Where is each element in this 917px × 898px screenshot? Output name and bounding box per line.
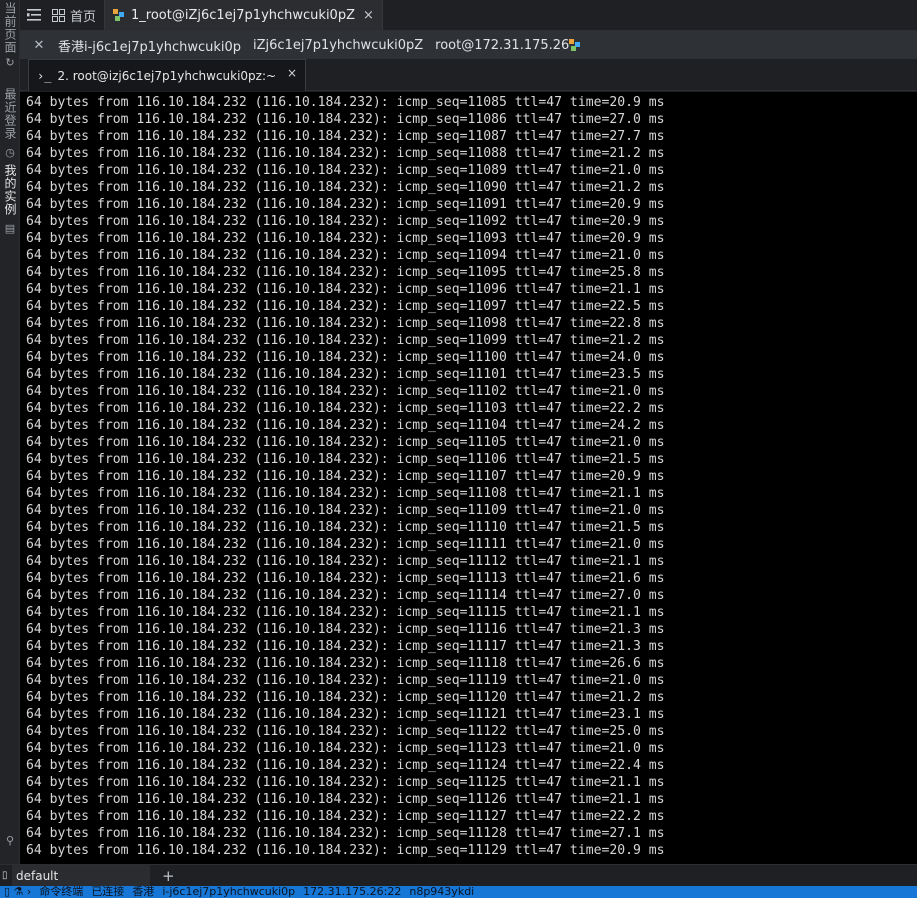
session-tab-bar: ›_ 2. root@izj6c1ej7p1yhchwcuki0pz:~ × — [20, 59, 917, 91]
terminal-line: 64 bytes from 116.10.184.232 (116.10.184… — [26, 486, 665, 501]
server-icon: ▤ — [4, 222, 16, 235]
left-sidebar: ↻ 当前页面 ◷ 最近登录 ▤ 我的实例 ⚲ — [0, 0, 20, 886]
tab-terminal-session[interactable]: ›_ 2. root@izj6c1ej7p1yhchwcuki0pz:~ × — [28, 59, 306, 91]
terminal-line: 64 bytes from 116.10.184.232 (116.10.184… — [26, 673, 665, 688]
terminal-line: 64 bytes from 116.10.184.232 (116.10.184… — [26, 316, 665, 331]
terminal-line: 64 bytes from 116.10.184.232 (116.10.184… — [26, 112, 665, 127]
terminal-prompt-icon: ›_ — [37, 68, 52, 83]
terminal-line: 64 bytes from 116.10.184.232 (116.10.184… — [26, 537, 665, 552]
terminal-line: 64 bytes from 116.10.184.232 (116.10.184… — [26, 605, 665, 620]
connection-bar: ✕ 香港i-j6c1ej7p1yhchwcuki0p iZj6c1ej7p1yh… — [20, 31, 917, 59]
terminal-line: 64 bytes from 116.10.184.232 (116.10.184… — [26, 180, 665, 195]
instance-icon — [113, 9, 125, 21]
instance-icon — [569, 39, 581, 51]
status-bar: ▯ ⚗ › 命令终端 已连接 香港 i-j6c1ej7p1yhchwcuki0p… — [0, 886, 917, 898]
terminal-line: 64 bytes from 116.10.184.232 (116.10.184… — [26, 826, 665, 841]
top-tab-bar: 首页 1_root@iZj6c1ej7p1yhchwcuki0pZ × — [20, 0, 917, 31]
status-item-region: 香港 — [132, 886, 155, 898]
tab-default[interactable]: default — [12, 865, 150, 886]
menu-toggle-button[interactable] — [20, 0, 48, 30]
terminal-line: 64 bytes from 116.10.184.232 (116.10.184… — [26, 418, 665, 433]
tab-session-1[interactable]: 1_root@iZj6c1ej7p1yhchwcuki0pZ × — [104, 0, 383, 30]
terminal-line: 64 bytes from 116.10.184.232 (116.10.184… — [26, 248, 665, 263]
grid-icon — [52, 8, 65, 22]
close-icon[interactable]: × — [363, 8, 374, 23]
status-item-id: n8p943ykdi — [409, 886, 475, 898]
connection-region: 香港i-j6c1ej7p1yhchwcuki0p — [58, 39, 242, 55]
terminal-line: 64 bytes from 116.10.184.232 (116.10.184… — [26, 384, 665, 399]
terminal-line: 64 bytes from 116.10.184.232 (116.10.184… — [26, 588, 665, 603]
terminal-line: 64 bytes from 116.10.184.232 (116.10.184… — [26, 503, 665, 518]
sidebar-item-recent-login[interactable]: 最近登录 — [2, 88, 19, 140]
terminal-line: 64 bytes from 116.10.184.232 (116.10.184… — [26, 282, 665, 297]
terminal-line: 64 bytes from 116.10.184.232 (116.10.184… — [26, 741, 665, 756]
terminal-line: 64 bytes from 116.10.184.232 (116.10.184… — [26, 231, 665, 246]
tab-session-1-label: 1_root@iZj6c1ej7p1yhchwcuki0pZ — [131, 7, 355, 23]
sidebar-item-my-instances[interactable]: 我的实例 — [2, 164, 19, 216]
status-item-instance: i-j6c1ej7p1yhchwcuki0p — [162, 886, 296, 898]
terminal-line: 64 bytes from 116.10.184.232 (116.10.184… — [26, 146, 665, 161]
tab-home-label: 首页 — [70, 9, 97, 25]
tab-terminal-session-label: 2. root@izj6c1ej7p1yhchwcuki0pz:~ — [57, 68, 277, 83]
terminal-line: 64 bytes from 116.10.184.232 (116.10.184… — [26, 401, 665, 416]
close-icon[interactable]: × — [287, 66, 297, 80]
refresh-icon: ↻ — [5, 56, 15, 69]
tab-default-label: default — [16, 868, 59, 883]
terminal-icon: ▯ — [2, 870, 8, 881]
terminal-line: 64 bytes from 116.10.184.232 (116.10.184… — [26, 163, 665, 178]
terminal-line: 64 bytes from 116.10.184.232 (116.10.184… — [26, 758, 665, 773]
disconnect-icon[interactable]: ✕ — [32, 38, 46, 53]
clock-icon: ◷ — [5, 146, 15, 159]
connection-user-ip: root@172.31.175.26 — [435, 37, 570, 53]
connection-host: iZj6c1ej7p1yhchwcuki0pZ — [253, 37, 424, 53]
terminal-line: 64 bytes from 116.10.184.232 (116.10.184… — [26, 656, 665, 671]
terminal-line: 64 bytes from 116.10.184.232 (116.10.184… — [26, 520, 665, 535]
terminal-line: 64 bytes from 116.10.184.232 (116.10.184… — [26, 571, 665, 586]
terminal-line: 64 bytes from 116.10.184.232 (116.10.184… — [26, 435, 665, 450]
terminal-line: 64 bytes from 116.10.184.232 (116.10.184… — [26, 639, 665, 654]
status-terminal-icon: ▯ ⚗ › — [4, 886, 32, 898]
status-item-address: 172.31.175.26:22 — [303, 886, 402, 898]
terminal-line: 64 bytes from 116.10.184.232 (116.10.184… — [26, 367, 665, 382]
pin-icon[interactable]: ⚲ — [3, 834, 17, 848]
terminal-line: 64 bytes from 116.10.184.232 (116.10.184… — [26, 95, 665, 110]
terminal-line: 64 bytes from 116.10.184.232 (116.10.184… — [26, 333, 665, 348]
terminal-line: 64 bytes from 116.10.184.232 (116.10.184… — [26, 469, 665, 484]
terminal-line: 64 bytes from 116.10.184.232 (116.10.184… — [26, 690, 665, 705]
status-item-mode: 命令终端 — [39, 886, 84, 898]
add-tab-button[interactable]: + — [162, 867, 175, 885]
terminal-line: 64 bytes from 116.10.184.232 (116.10.184… — [26, 350, 665, 365]
terminal-line: 64 bytes from 116.10.184.232 (116.10.184… — [26, 622, 665, 637]
terminal-output[interactable]: 64 bytes from 116.10.184.232 (116.10.184… — [20, 92, 917, 864]
tab-home[interactable]: 首页 — [48, 0, 104, 30]
terminal-line: 64 bytes from 116.10.184.232 (116.10.184… — [26, 843, 665, 858]
terminal-line: 64 bytes from 116.10.184.232 (116.10.184… — [26, 724, 665, 739]
terminal-line: 64 bytes from 116.10.184.232 (116.10.184… — [26, 792, 665, 807]
terminal-line: 64 bytes from 116.10.184.232 (116.10.184… — [26, 452, 665, 467]
menu-icon — [27, 9, 41, 21]
sidebar-item-current-page[interactable]: 当前页面 — [2, 2, 19, 54]
status-item-connection: 已连接 — [91, 886, 125, 898]
bottom-tab-bar: ▯ default + — [0, 864, 917, 886]
terminal-line: 64 bytes from 116.10.184.232 (116.10.184… — [26, 299, 665, 314]
terminal-line: 64 bytes from 116.10.184.232 (116.10.184… — [26, 197, 665, 212]
terminal-line: 64 bytes from 116.10.184.232 (116.10.184… — [26, 265, 665, 280]
terminal-line: 64 bytes from 116.10.184.232 (116.10.184… — [26, 707, 665, 722]
terminal-line: 64 bytes from 116.10.184.232 (116.10.184… — [26, 809, 665, 824]
terminal-line: 64 bytes from 116.10.184.232 (116.10.184… — [26, 554, 665, 569]
terminal-line: 64 bytes from 116.10.184.232 (116.10.184… — [26, 775, 665, 790]
terminal-line: 64 bytes from 116.10.184.232 (116.10.184… — [26, 214, 665, 229]
terminal-line: 64 bytes from 116.10.184.232 (116.10.184… — [26, 129, 665, 144]
